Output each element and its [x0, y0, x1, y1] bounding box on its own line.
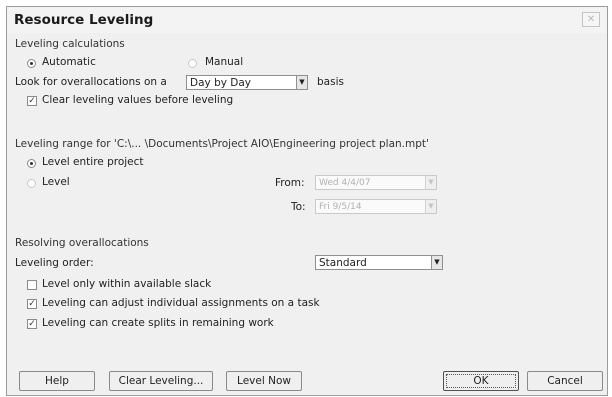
clear-leveling-button-label: Clear Leveling... — [118, 375, 204, 387]
level-range-radio[interactable] — [27, 179, 36, 188]
look-for-overallocations-label: Look for overallocations on a — [15, 76, 167, 88]
overallocation-basis-select[interactable]: Day by Day ▼ — [186, 75, 308, 90]
adjust-assignments-label[interactable]: Leveling can adjust individual assignmen… — [42, 297, 320, 309]
leveling-range-heading: Leveling range for 'C:\... \Documents\Pr… — [15, 138, 429, 150]
close-button[interactable]: ✕ — [582, 12, 600, 27]
overallocation-basis-value: Day by Day — [190, 77, 252, 89]
ok-button-label: OK — [473, 375, 489, 387]
chevron-down-icon: ▼ — [431, 256, 442, 269]
leveling-order-label: Leveling order: — [15, 257, 94, 269]
from-date-field[interactable]: Wed 4/4/07 ▼ — [315, 175, 437, 190]
chevron-down-icon: ▼ — [425, 176, 436, 189]
to-label: To: — [291, 201, 306, 213]
to-date-value: Fri 9/5/14 — [319, 202, 362, 212]
from-date-value: Wed 4/4/07 — [319, 178, 371, 188]
title-bar: Resource Leveling ✕ — [7, 7, 607, 33]
automatic-radio[interactable] — [27, 59, 36, 68]
cancel-button-label: Cancel — [547, 375, 583, 387]
check-icon: ✓ — [28, 319, 36, 329]
clear-leveling-button[interactable]: Clear Leveling... — [109, 371, 213, 391]
level-entire-project-radio[interactable] — [27, 159, 36, 168]
clear-leveling-values-checkbox[interactable]: ✓ — [27, 96, 37, 106]
leveling-order-select[interactable]: Standard ▼ — [315, 255, 443, 270]
automatic-label[interactable]: Automatic — [42, 56, 96, 68]
level-range-label[interactable]: Level — [42, 176, 70, 188]
chevron-down-icon: ▼ — [425, 200, 436, 213]
check-icon: ✓ — [28, 299, 36, 309]
leveling-order-value: Standard — [319, 257, 367, 269]
help-button[interactable]: Help — [19, 371, 95, 391]
ok-button[interactable]: OK — [443, 371, 519, 391]
level-within-slack-label[interactable]: Level only within available slack — [42, 278, 211, 290]
dialog-title: Resource Leveling — [14, 12, 154, 28]
level-now-button[interactable]: Level Now — [226, 371, 302, 391]
cancel-button[interactable]: Cancel — [527, 371, 603, 391]
chevron-down-icon: ▼ — [296, 76, 307, 89]
close-icon: ✕ — [586, 14, 596, 25]
create-splits-checkbox[interactable]: ✓ — [27, 319, 37, 329]
basis-suffix-label: basis — [317, 76, 344, 88]
level-now-button-label: Level Now — [237, 375, 291, 387]
check-icon: ✓ — [28, 96, 36, 106]
manual-radio[interactable] — [188, 59, 197, 68]
level-within-slack-checkbox[interactable] — [27, 280, 37, 290]
create-splits-label[interactable]: Leveling can create splits in remaining … — [42, 317, 274, 329]
leveling-calculations-heading: Leveling calculations — [15, 38, 125, 50]
level-entire-project-label[interactable]: Level entire project — [42, 156, 144, 168]
resource-leveling-dialog: Resource Leveling ✕ Leveling calculation… — [6, 6, 608, 396]
from-label: From: — [275, 177, 305, 189]
help-button-label: Help — [45, 375, 69, 387]
to-date-field[interactable]: Fri 9/5/14 ▼ — [315, 199, 437, 214]
ok-focus-ring: OK — [446, 374, 516, 388]
resolving-overallocations-heading: Resolving overallocations — [15, 237, 149, 249]
manual-label[interactable]: Manual — [205, 56, 243, 68]
adjust-assignments-checkbox[interactable]: ✓ — [27, 299, 37, 309]
clear-leveling-values-label[interactable]: Clear leveling values before leveling — [42, 94, 233, 106]
